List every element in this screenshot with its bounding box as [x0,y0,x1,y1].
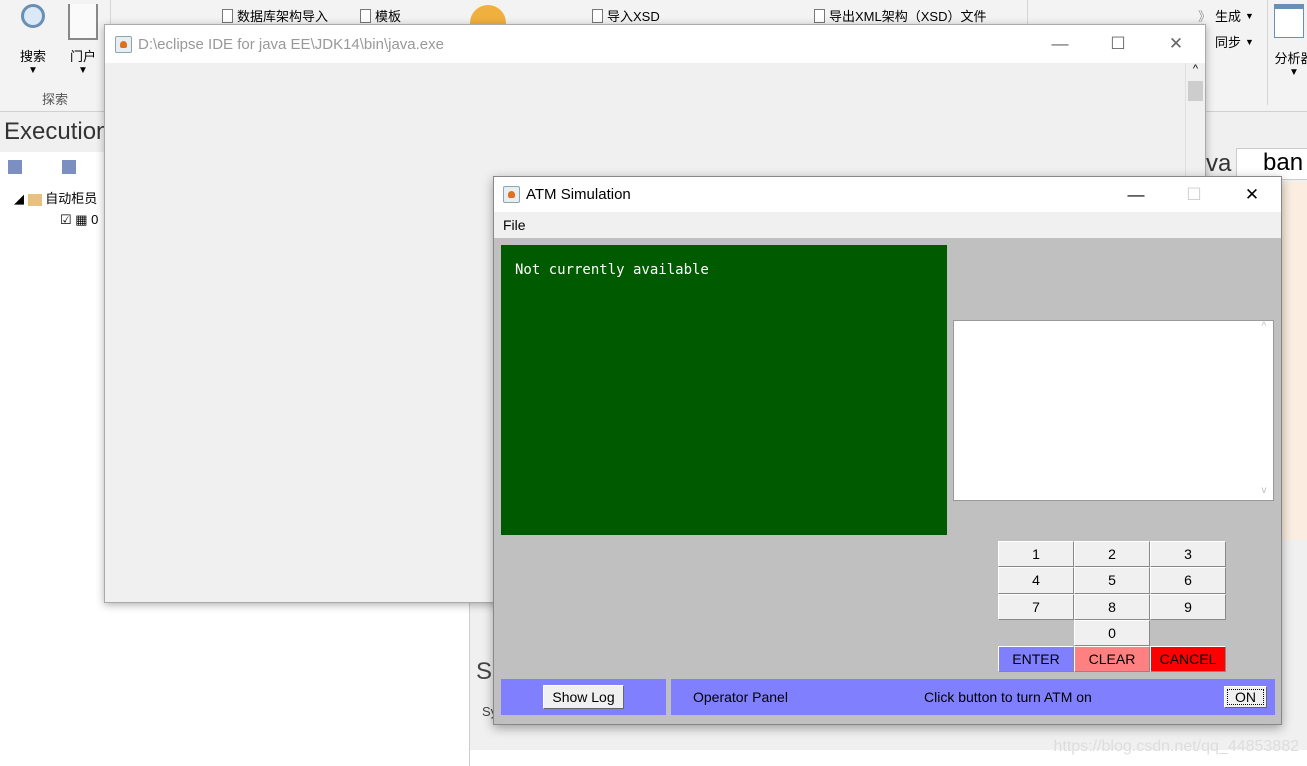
window-title: D:\eclipse IDE for java EE\JDK14\bin\jav… [138,35,444,53]
analyze-button[interactable]: 分析器 ▼ [1274,4,1307,78]
toolbar-icon[interactable] [8,160,22,174]
operator-panel: Operator Panel Click button to turn ATM … [671,679,1275,715]
tree-item-child[interactable]: ☑ ▦ 0 [60,212,98,228]
portal-button[interactable]: 门户 ▼ [62,4,104,76]
db-import-button[interactable]: 数据库架构导入 [222,6,328,25]
key-6[interactable]: 6 [1150,567,1226,594]
show-log-button[interactable]: Show Log [543,685,624,709]
menu-file[interactable]: File [503,217,526,233]
table-icon [1274,4,1304,38]
clear-button[interactable]: CLEAR [1074,646,1150,673]
log-bar: Show Log [501,679,666,715]
search-button[interactable]: 搜索 ▼ [14,4,52,76]
key-2[interactable]: 2 [1074,541,1150,568]
atm-simulation-window: ATM Simulation — ☐ ✕ File Not currently … [493,176,1282,725]
cancel-button[interactable]: CANCEL [1150,646,1226,673]
magnifier-icon [21,4,45,28]
xml-file-icon [592,8,603,23]
document-icon [360,8,371,23]
window-title: ATM Simulation [526,186,631,203]
template-button[interactable]: 模板 [360,6,401,25]
status-text: Click button to turn ATM on [924,689,1092,705]
panel-title: Execution [4,118,110,145]
display-text: Not currently available [515,262,709,278]
keypad: 1 2 3 4 5 6 7 8 9 0 ENTER CLEAR CANCEL [998,541,1226,673]
log-scrollbar[interactable]: ^ v [1255,321,1273,500]
explore-group-label: 探索 [42,92,69,107]
export-xsd-button[interactable]: 导出XML架构（XSD）文件 [814,6,986,25]
add-icon[interactable] [62,160,76,174]
key-3[interactable]: 3 [1150,541,1226,568]
key-5[interactable]: 5 [1074,567,1150,594]
import-xsd-button[interactable]: 导入XSD [592,6,660,25]
star-icon [470,5,506,25]
close-button[interactable]: ✕ [1223,177,1281,212]
maximize-button: ☐ [1186,184,1202,204]
close-button[interactable]: ✕ [1147,25,1205,63]
xml-file-icon [814,8,825,23]
log-textarea[interactable]: ^ v [953,320,1274,501]
chevron-right-icon: 》 [1198,9,1212,24]
java-icon [503,186,520,203]
key-9[interactable]: 9 [1150,593,1226,620]
menu-bar: File [494,212,1281,238]
key-7[interactable]: 7 [998,593,1074,620]
tree-item-root[interactable]: ◢ 自动柜员 [14,188,97,207]
document-icon [222,8,233,23]
watermark: https://blog.csdn.net/qq_44853882 [1053,738,1299,755]
key-4[interactable]: 4 [998,567,1074,594]
operator-panel-label: Operator Panel [693,689,788,705]
key-0[interactable]: 0 [1074,619,1150,647]
sync-button[interactable]: 》同步▼ [1198,32,1254,51]
enter-button[interactable]: ENTER [998,646,1074,673]
on-button[interactable]: ON [1224,686,1267,708]
minimize-button[interactable]: — [1107,177,1165,212]
java-icon [115,35,132,53]
editor-tab-partial[interactable]: va [1206,150,1231,178]
maximize-button[interactable]: ☐ [1089,25,1147,63]
home-icon [68,4,98,40]
atm-display: Not currently available [501,245,947,535]
minimize-button[interactable]: — [1031,25,1089,63]
generate-button[interactable]: 》生成 ▼ [1198,6,1254,25]
key-8[interactable]: 8 [1074,593,1150,620]
key-1[interactable]: 1 [998,541,1074,568]
